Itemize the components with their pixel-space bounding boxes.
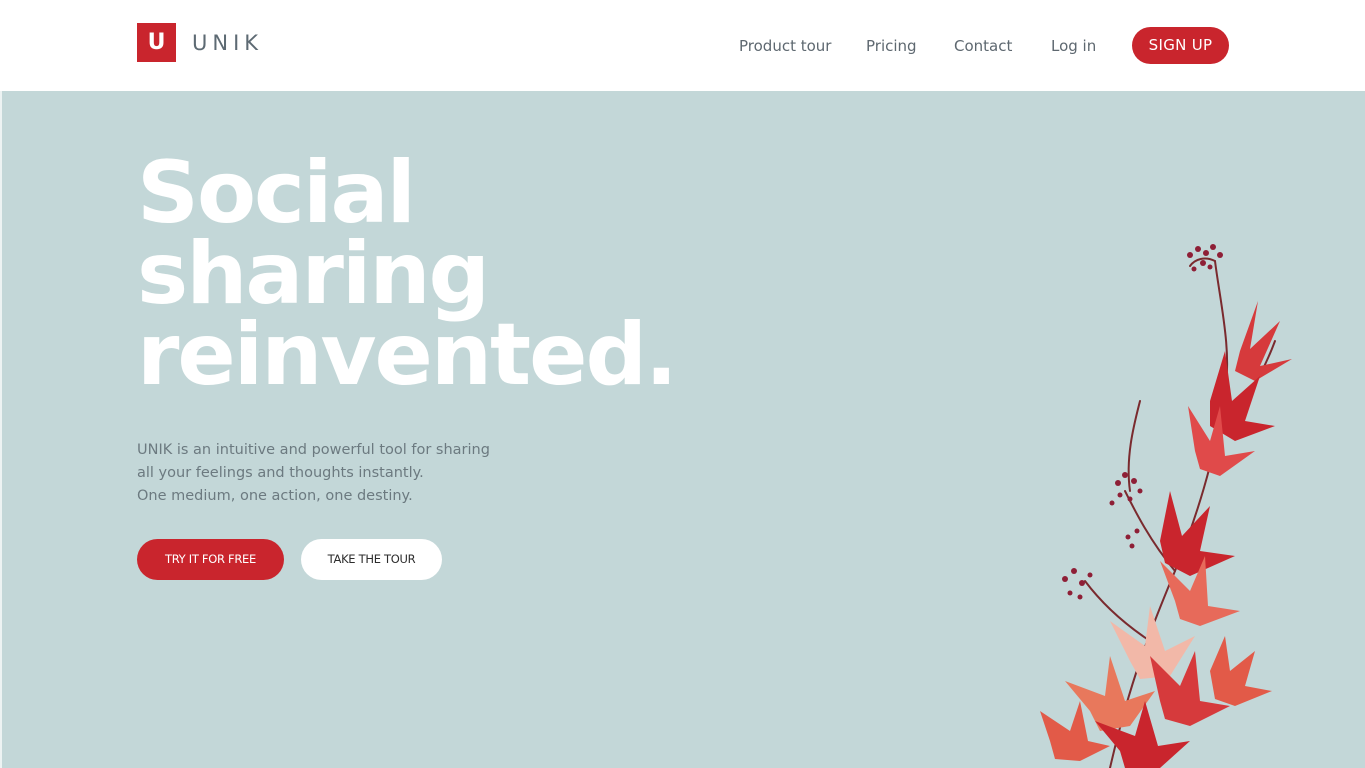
headline-line-1: Social — [137, 143, 416, 243]
description-line-3: One medium, one action, one destiny. — [137, 488, 413, 504]
try-free-button[interactable]: TRY IT FOR FREE — [137, 539, 284, 580]
main-nav: Product tour Pricing Contact Log in SIGN… — [0, 27, 1365, 65]
headline-line-2: sharing — [137, 224, 490, 324]
description-line-1: UNIK is an intuitive and powerful tool f… — [137, 442, 490, 458]
description-line-2: all your feelings and thoughts instantly… — [137, 465, 424, 481]
hero-section: Social sharing reinvented. UNIK is an in… — [0, 91, 1365, 768]
hero-edge-divider — [0, 91, 2, 768]
nav-contact[interactable]: Contact — [954, 27, 1012, 65]
hero-headline: Social sharing reinvented. — [137, 143, 678, 405]
take-tour-button[interactable]: TAKE THE TOUR — [301, 539, 442, 580]
leaves-branch-image — [1040, 244, 1292, 768]
headline-line-3: reinvented. — [137, 305, 678, 405]
nav-login[interactable]: Log in — [1051, 27, 1096, 65]
nav-pricing[interactable]: Pricing — [866, 27, 917, 65]
signup-button[interactable]: SIGN UP — [1132, 27, 1229, 64]
site-header: U UNIK Product tour Pricing Contact Log … — [0, 0, 1365, 91]
nav-product-tour[interactable]: Product tour — [739, 27, 831, 65]
hero-description: UNIK is an intuitive and powerful tool f… — [137, 439, 490, 508]
